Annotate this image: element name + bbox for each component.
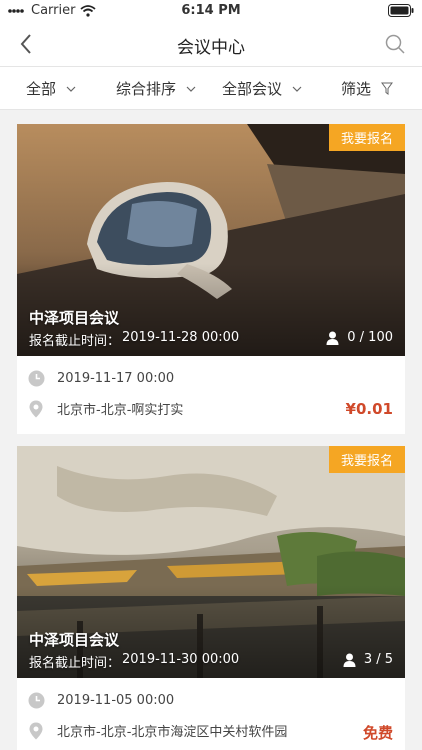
location-row: 北京市-北京-啊实打实 xyxy=(27,399,393,418)
person-icon xyxy=(343,653,356,667)
meeting-card[interactable]: 我要报名 中泽项目会议 报名截止时间： 2019-11-28 00:00 0 /… xyxy=(17,124,405,434)
attendance-count: 0 / 100 xyxy=(326,330,393,345)
chevron-down-icon xyxy=(186,86,196,92)
location-pin-icon xyxy=(27,722,45,740)
attendance-count: 3 / 5 xyxy=(343,652,393,667)
deadline-label: 报名截止时间： xyxy=(29,656,121,671)
chevron-down-icon xyxy=(66,86,76,92)
meeting-price: ¥0.01 xyxy=(345,400,393,418)
search-icon xyxy=(385,34,405,54)
status-bar: Carrier 6:14 PM xyxy=(0,0,422,22)
filter-all-label: 全部 xyxy=(26,80,57,98)
meeting-card[interactable]: 我要报名 中泽项目会议 报名截止时间： 2019-11-30 00:00 3 /… xyxy=(17,446,405,750)
filter-meeting-type[interactable]: 全部会议 xyxy=(222,78,302,99)
filter-all[interactable]: 全部 xyxy=(26,78,76,99)
page-title: 会议中心 xyxy=(177,38,245,58)
search-button[interactable] xyxy=(382,31,408,57)
chevron-down-icon xyxy=(292,86,302,92)
attendance-value: 3 / 5 xyxy=(363,652,393,667)
signup-deadline: 报名截止时间： 2019-11-30 00:00 xyxy=(29,652,239,671)
filter-bar: 全部 综合排序 全部会议 筛选 xyxy=(0,66,422,110)
signup-badge[interactable]: 我要报名 xyxy=(329,446,405,473)
attendance-value: 0 / 100 xyxy=(347,330,393,345)
meeting-title: 中泽项目会议 xyxy=(29,309,120,327)
status-time: 6:14 PM xyxy=(181,3,241,18)
location: 北京市-北京-北京市海淀区中关村软件园 xyxy=(57,725,288,740)
filter-screen[interactable]: 筛选 xyxy=(341,78,393,99)
location: 北京市-北京-啊实打实 xyxy=(57,403,184,418)
filter-meeting-type-label: 全部会议 xyxy=(222,80,283,98)
meeting-price: 免费 xyxy=(362,724,393,742)
location-row: 北京市-北京-北京市海淀区中关村软件园 xyxy=(27,721,393,740)
meeting-cover-image: 我要报名 中泽项目会议 报名截止时间： 2019-11-30 00:00 3 /… xyxy=(17,446,405,678)
battery-icon xyxy=(388,4,414,21)
deadline-label: 报名截止时间： xyxy=(29,334,121,349)
deadline-value: 2019-11-30 00:00 xyxy=(122,652,240,667)
filter-sort-label: 综合排序 xyxy=(116,80,177,98)
deadline-value: 2019-11-28 00:00 xyxy=(122,330,240,345)
filter-screen-label: 筛选 xyxy=(341,80,372,98)
signup-deadline: 报名截止时间： 2019-11-28 00:00 xyxy=(29,330,239,349)
location-pin-icon xyxy=(27,400,45,418)
start-time: 2019-11-17 00:00 xyxy=(57,370,175,386)
person-icon xyxy=(326,331,339,345)
meeting-cover-image: 我要报名 中泽项目会议 报名截止时间： 2019-11-28 00:00 0 /… xyxy=(17,124,405,356)
start-time: 2019-11-05 00:00 xyxy=(57,692,175,708)
clock-icon xyxy=(27,691,45,709)
funnel-icon xyxy=(381,82,393,95)
clock-icon xyxy=(27,369,45,387)
meeting-title: 中泽项目会议 xyxy=(29,631,120,649)
start-time-row: 2019-11-17 00:00 xyxy=(27,369,393,387)
start-time-row: 2019-11-05 00:00 xyxy=(27,691,393,709)
signup-badge[interactable]: 我要报名 xyxy=(329,124,405,151)
filter-sort[interactable]: 综合排序 xyxy=(116,78,196,99)
nav-bar: 会议中心 xyxy=(0,22,422,66)
meeting-info: 2019-11-05 00:00 北京市-北京-北京市海淀区中关村软件园 免费 xyxy=(17,678,405,750)
meeting-info: 2019-11-17 00:00 北京市-北京-啊实打实 ¥0.01 xyxy=(17,356,405,434)
